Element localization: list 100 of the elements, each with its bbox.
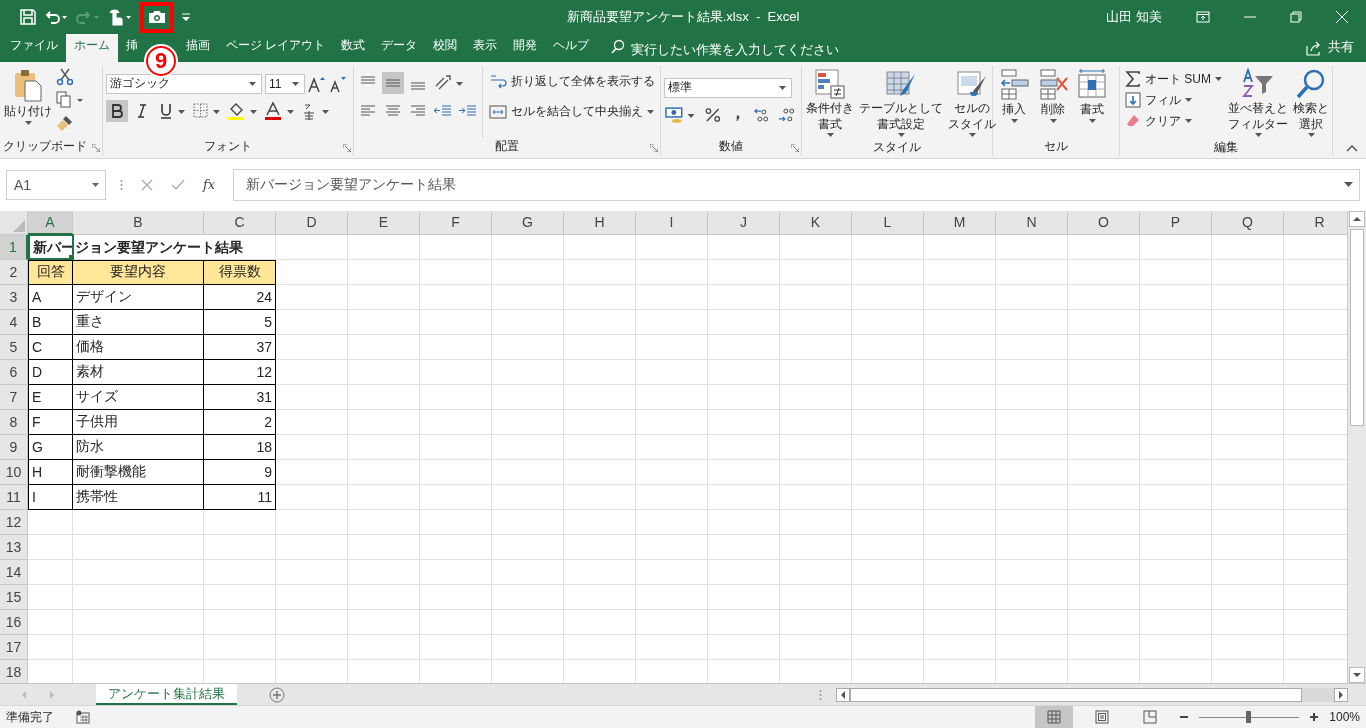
zoom-thumb[interactable] [1246, 711, 1252, 723]
clear-button[interactable]: クリア [1123, 111, 1224, 131]
row-header[interactable]: 16 [0, 609, 28, 635]
ribbon-tab[interactable]: 挿 [118, 33, 146, 62]
expand-caret-icon[interactable] [1344, 182, 1353, 188]
new-sheet-icon[interactable] [269, 686, 285, 703]
zoom-in-icon[interactable] [1309, 712, 1320, 722]
scroll-thumb[interactable] [850, 687, 1302, 702]
wrap-text-button[interactable]: 折り返して全体を表示する [487, 71, 657, 92]
ribbon-display-icon[interactable] [1196, 10, 1210, 23]
row-header[interactable]: 6 [0, 359, 28, 385]
column-header[interactable]: E [348, 210, 420, 235]
tell-me-field[interactable]: 実行したい作業を入力してください [631, 41, 862, 57]
font-color-icon[interactable] [263, 99, 297, 122]
column-header[interactable]: G [492, 210, 564, 235]
number-format-field[interactable]: 標準 [664, 77, 792, 98]
row-header[interactable]: 12 [0, 509, 28, 535]
column-header[interactable]: I [636, 210, 708, 235]
ribbon-tab[interactable]: 描画 [178, 33, 218, 62]
customize-caret-icon[interactable] [182, 11, 190, 22]
copy-icon[interactable] [56, 90, 84, 109]
ribbon-tab[interactable]: 開発 [505, 33, 546, 62]
column-header[interactable]: M [924, 210, 996, 235]
style-button[interactable]: 条件付き 書式 [805, 65, 855, 139]
name-box[interactable]: A1 [6, 169, 106, 200]
cells-button[interactable]: 挿入 [996, 65, 1032, 138]
fill-button[interactable]: フィル [1123, 90, 1224, 110]
macro-record-icon[interactable] [76, 710, 90, 724]
row-header[interactable]: 14 [0, 559, 28, 585]
formula-field[interactable]: 新バージョン要望アンケート結果 [233, 168, 1360, 201]
column-header[interactable]: L [852, 210, 924, 235]
column-header[interactable]: B [73, 210, 204, 235]
bold-icon[interactable] [106, 99, 128, 122]
save-icon[interactable] [20, 8, 36, 25]
row-header[interactable]: 13 [0, 534, 28, 560]
ribbon-tab[interactable]: ファイル [2, 33, 66, 62]
column-header[interactable]: A [28, 210, 73, 235]
ribbon-tab[interactable]: 校閲 [425, 33, 466, 62]
column-header[interactable]: P [1140, 210, 1212, 235]
column-header[interactable]: J [708, 210, 780, 235]
fill-handle-icon[interactable] [69, 254, 74, 260]
ribbon-tab[interactable]: ページ レイアウト [218, 33, 334, 62]
share-button[interactable]: 共有 [1328, 37, 1354, 56]
column-header[interactable]: O [1068, 210, 1140, 235]
ribbon-tab[interactable]: 数式 [333, 33, 374, 62]
cells-button[interactable]: 削除 [1035, 65, 1071, 138]
column-header[interactable]: F [420, 210, 492, 235]
column-header[interactable]: N [996, 210, 1068, 235]
ribbon-tab[interactable]: ヘルプ [545, 33, 598, 62]
row-header[interactable]: 3 [0, 284, 28, 310]
cut-icon[interactable] [56, 67, 74, 86]
dialog-launcher-icon[interactable] [650, 143, 658, 152]
autosum-button[interactable]: オート SUM [1123, 69, 1224, 89]
insert-function-button[interactable]: fx [203, 177, 216, 193]
row-header[interactable]: 2 [0, 259, 28, 285]
ribbon-tab[interactable]: 表示 [465, 33, 506, 62]
style-button[interactable]: テーブルとして 書式設定 [858, 65, 944, 139]
grow-font-icon[interactable] [308, 74, 326, 93]
row-header[interactable]: 4 [0, 309, 28, 335]
row-header[interactable]: 10 [0, 459, 28, 485]
sheet-tab[interactable]: アンケート集計結果 [96, 684, 237, 705]
row-header[interactable]: 11 [0, 484, 28, 510]
column-header[interactable]: C [204, 210, 276, 235]
zoom-level[interactable]: 100% [1329, 710, 1360, 724]
column-header[interactable]: D [276, 210, 348, 235]
row-header[interactable]: 9 [0, 434, 28, 460]
format-painter-icon[interactable] [56, 113, 74, 132]
row-header[interactable]: 7 [0, 384, 28, 410]
column-header[interactable]: K [780, 210, 852, 235]
user-name[interactable]: 山田 知美 [1106, 7, 1162, 26]
scroll-down-icon[interactable] [1349, 667, 1365, 683]
normal-view-button[interactable] [1035, 706, 1074, 728]
row-header[interactable]: 17 [0, 634, 28, 660]
font-name-field[interactable]: 游ゴシック [106, 73, 262, 94]
scroll-left-icon[interactable] [836, 687, 850, 702]
merge-center-button[interactable]: セルを結合して中央揃え [487, 101, 657, 122]
ribbon-tab[interactable]: データ [373, 33, 426, 62]
style-button[interactable]: セルの スタイル [947, 65, 997, 139]
dialog-launcher-icon[interactable] [791, 143, 799, 152]
row-header[interactable]: 15 [0, 584, 28, 610]
find-select-button[interactable]: 検索と 選択 [1292, 65, 1330, 139]
shrink-font-icon[interactable] [329, 74, 347, 93]
row-header[interactable]: 5 [0, 334, 28, 360]
cells-button[interactable]: 書式 [1074, 65, 1110, 138]
scroll-thumb[interactable] [1350, 228, 1364, 426]
scroll-right-icon[interactable] [1334, 687, 1348, 702]
collapse-ribbon-icon[interactable] [1346, 143, 1358, 152]
row-header[interactable]: 8 [0, 409, 28, 435]
font-size-field[interactable]: 11 [265, 73, 305, 94]
dialog-launcher-icon[interactable] [92, 143, 100, 152]
ribbon-tab[interactable]: ホーム [66, 33, 118, 62]
row-header[interactable]: 18 [0, 659, 28, 683]
dialog-launcher-icon[interactable] [343, 143, 351, 152]
column-header[interactable]: Q [1212, 210, 1284, 235]
paste-button[interactable]: 貼り付け [3, 65, 53, 138]
restore-icon[interactable] [1290, 10, 1302, 23]
scroll-up-icon[interactable] [1349, 210, 1365, 227]
column-header[interactable]: H [564, 210, 636, 235]
close-icon[interactable] [1336, 10, 1348, 23]
share-icon[interactable] [1306, 39, 1322, 56]
